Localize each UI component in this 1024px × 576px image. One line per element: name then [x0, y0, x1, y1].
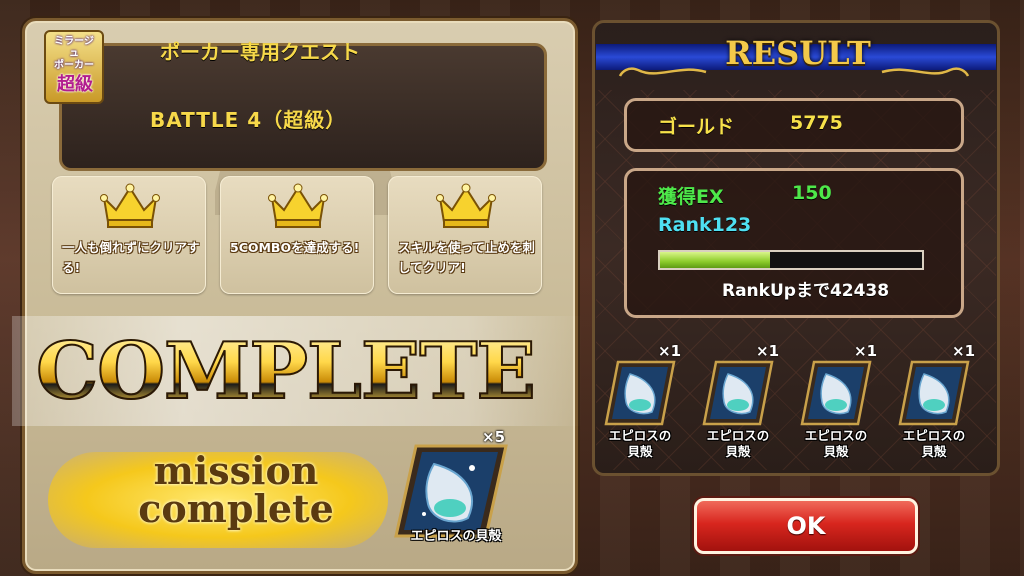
- item-count: ×1: [854, 342, 878, 360]
- gold-value: 5775: [790, 112, 843, 134]
- battle-title: BATTLE 4（超級）: [150, 108, 347, 132]
- crown-icon: [436, 183, 496, 228]
- item-name: エピロスの 貝殻: [902, 428, 966, 459]
- reward-item-4[interactable]: ×1 エピロスの 貝殻: [890, 342, 986, 462]
- mission-complete-line1: mission: [153, 448, 319, 493]
- ornament-left-icon: [618, 67, 707, 77]
- item-name: エピロスの 貝殻: [804, 428, 868, 459]
- gold-label: ゴールド: [658, 116, 735, 138]
- ok-button[interactable]: OK: [694, 498, 918, 554]
- quest-title: ポーカー専用クエスト: [160, 40, 360, 64]
- mission-card-2: 5COMBOを達成する!: [220, 176, 374, 294]
- ex-value: 150: [792, 182, 832, 204]
- item-count: ×1: [952, 342, 976, 360]
- rank-progress-bar: [658, 250, 924, 270]
- badge-rank: 超級: [57, 74, 93, 95]
- seashell-item-icon: [702, 360, 774, 426]
- reward-item-1[interactable]: ×1 エピロスの 貝殻: [596, 342, 692, 462]
- item-count: ×1: [756, 342, 780, 360]
- difficulty-badge: ミラージュ ポーカー 超級: [44, 30, 104, 104]
- rankup-remaining: RankUpまで42438: [722, 281, 890, 301]
- rank-progress-fill: [660, 252, 771, 268]
- reward-item-3[interactable]: ×1 エピロスの 貝殻: [792, 342, 888, 462]
- seashell-item-icon: [800, 360, 872, 426]
- mission-text: スキルを使って止めを刺してクリア!: [398, 240, 535, 275]
- badge-label: ミラージュ ポーカー: [54, 36, 94, 71]
- mission-complete-text: mission complete: [96, 452, 376, 528]
- seashell-item-icon: [604, 360, 676, 426]
- reward-count: ×5: [482, 428, 506, 446]
- crown-icon: [100, 183, 160, 228]
- mission-card-3: スキルを使って止めを刺してクリア!: [388, 176, 542, 294]
- item-count: ×1: [658, 342, 682, 360]
- crown-icon: [268, 183, 328, 228]
- rank-label: Rank123: [658, 214, 752, 236]
- mission-complete-line2: complete: [138, 486, 334, 531]
- mission-text: 5COMBOを達成する!: [230, 240, 360, 255]
- reward-item-2[interactable]: ×1 エピロスの 貝殻: [694, 342, 790, 462]
- complete-banner-text: COMPLETE: [35, 322, 537, 422]
- item-name: エピロスの 貝殻: [608, 428, 672, 459]
- reward-name: エピロスの貝殻: [410, 529, 502, 544]
- item-name: エピロスの 貝殻: [706, 428, 770, 459]
- mission-card-1: 一人も倒れずにクリアする!: [52, 176, 206, 294]
- seashell-item-icon: [898, 360, 970, 426]
- mission-text: 一人も倒れずにクリアする!: [62, 240, 200, 275]
- ex-label: 獲得EX: [658, 186, 724, 208]
- result-title: RESULT: [725, 34, 871, 72]
